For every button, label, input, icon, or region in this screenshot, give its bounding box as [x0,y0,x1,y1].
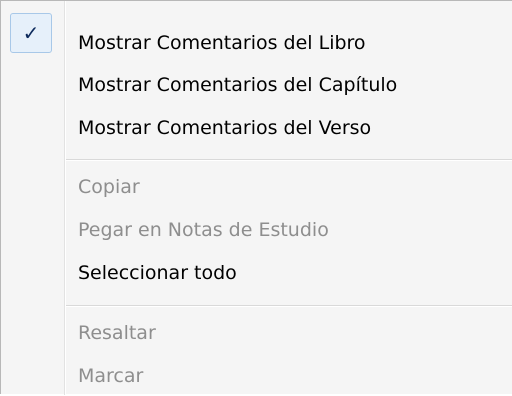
menu-item-mostrar-comentarios-verso[interactable]: Mostrar Comentarios del Verso [9,108,512,148]
context-menu: ✓ Mostrar Comentarios del Libro Mostrar … [0,0,512,396]
menu-item-mostrar-comentarios-capitulo[interactable]: Mostrar Comentarios del Capítulo [9,65,512,105]
menu-item-mostrar-comentarios-libro[interactable]: Mostrar Comentarios del Libro [9,23,512,63]
menu-item-marcar[interactable]: Marcar [9,356,512,396]
menu-item-label: Mostrar Comentarios del Verso [78,117,372,139]
menu-item-label: Seleccionar todo [78,262,237,284]
menu-item-label: Copiar [78,176,140,198]
menu-item-label: Resaltar [78,322,156,344]
menu-item-label: Pegar en Notas de Estudio [78,219,329,241]
menu-item-copiar[interactable]: Copiar [9,167,512,207]
menu-item-label: Mostrar Comentarios del Libro [78,32,366,54]
menu-separator [66,305,512,307]
menu-item-pegar-notas-estudio[interactable]: Pegar en Notas de Estudio [9,210,512,250]
menu-separator [66,159,512,161]
menu-item-seleccionar-todo[interactable]: Seleccionar todo [9,253,512,293]
menu-item-resaltar[interactable]: Resaltar [9,313,512,353]
menu-item-label: Marcar [78,365,144,387]
menu-item-label: Mostrar Comentarios del Capítulo [78,74,398,96]
